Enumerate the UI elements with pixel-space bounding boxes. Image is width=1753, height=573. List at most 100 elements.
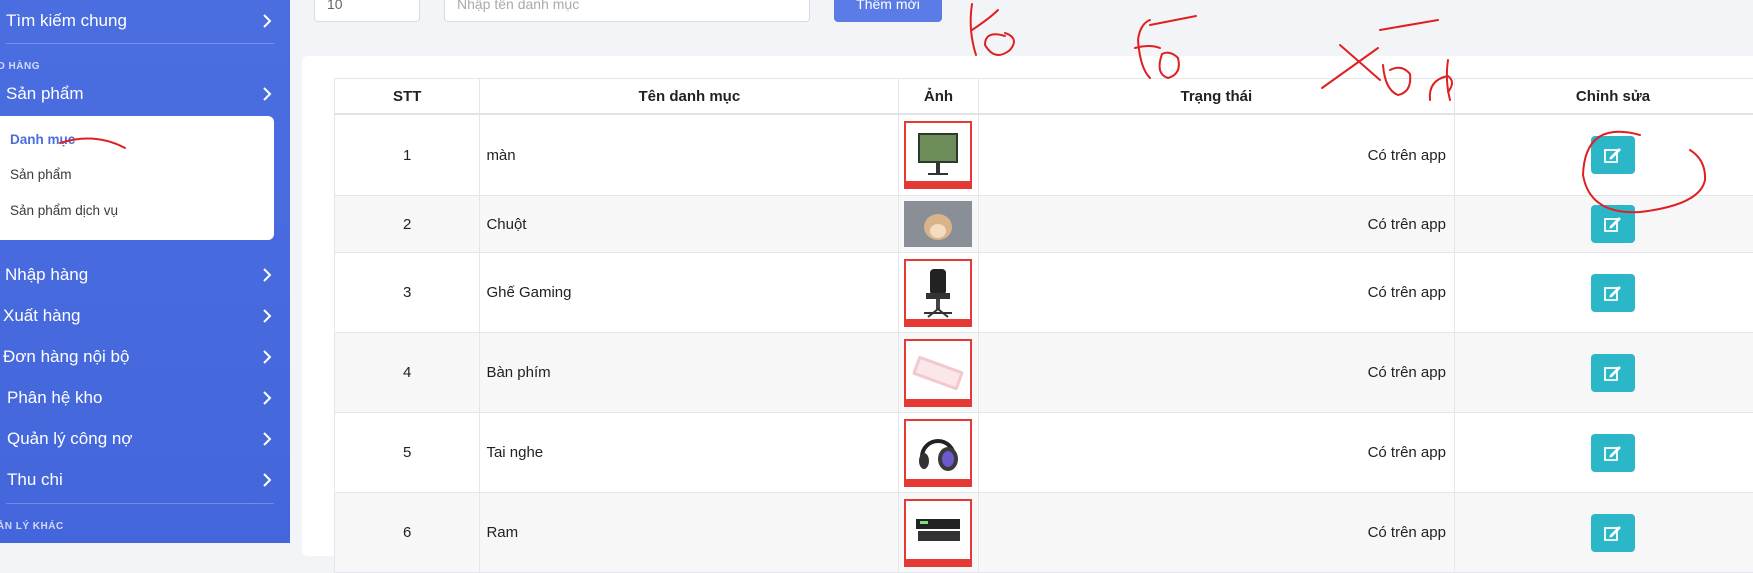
sidebar-item-don-hang-noi-bo[interactable]: Đơn hàng nội bộ: [0, 339, 290, 375]
cell-name: Chuột: [480, 196, 899, 253]
edit-icon: [1604, 525, 1622, 541]
section-label-quan-ly-khac: ẢN LÝ KHÁC: [0, 521, 64, 532]
cell-status: Có trên app: [978, 196, 1454, 253]
edit-icon: [1604, 365, 1622, 381]
cell-stt: 5: [335, 413, 480, 493]
cell-image: [899, 253, 978, 333]
sidebar-item-nhap-hang[interactable]: Nhập hàng: [0, 257, 290, 293]
sidebar-item-label: Phân hệ kho: [0, 388, 102, 408]
sidebar-item-label: Quản lý công nợ: [0, 429, 133, 449]
submenu-item-san-pham[interactable]: Sản phẩm: [10, 167, 72, 182]
thumb-tag: [906, 319, 970, 325]
keyboard-thumbnail: [904, 339, 972, 407]
cell-name: Ram: [480, 493, 899, 573]
submenu-san-pham: Danh mục Sản phẩm Sản phẩm dịch vụ: [0, 116, 274, 240]
submenu-item-danh-muc[interactable]: Danh mục: [10, 132, 75, 147]
edit-icon: [1604, 285, 1622, 301]
header-anh: Ảnh: [899, 79, 978, 115]
sidebar-item-xuat-hang[interactable]: Xuất hàng: [0, 298, 290, 334]
cell-image: [899, 333, 978, 413]
page-size-value: 10: [327, 0, 343, 12]
table-row: 4 Bàn phím Có trên app: [335, 333, 1753, 413]
toolbar: 10 Nhập tên danh mục Thêm mới: [290, 0, 1753, 30]
edit-button[interactable]: [1591, 274, 1635, 312]
headphones-thumbnail: [904, 419, 972, 487]
ram-thumbnail: [904, 499, 972, 567]
edit-button[interactable]: [1591, 136, 1635, 174]
submenu-item-san-pham-dich-vu[interactable]: Sản phẩm dịch vụ: [10, 203, 118, 218]
chevron-right-icon: [258, 389, 276, 407]
thumb-tag: [906, 559, 970, 565]
cell-status: Có trên app: [978, 333, 1454, 413]
edit-button[interactable]: [1591, 434, 1635, 472]
cell-image: [899, 493, 978, 573]
cell-stt: 4: [335, 333, 480, 413]
edit-icon: [1604, 216, 1622, 232]
chevron-right-icon: [258, 266, 276, 284]
sidebar-item-phan-he-kho[interactable]: Phân hệ kho: [0, 380, 290, 416]
edit-icon: [1604, 147, 1622, 163]
sidebar-item-tim-kiem-chung[interactable]: Tìm kiếm chung: [0, 3, 290, 39]
table-row: 5 Tai nghe Có trên app: [335, 413, 1753, 493]
chevron-right-icon: [258, 12, 276, 30]
cell-image: [899, 196, 978, 253]
cell-edit: [1454, 114, 1753, 196]
header-ten-danh-muc: Tên danh mục: [480, 79, 899, 115]
cell-status: Có trên app: [978, 253, 1454, 333]
edit-button[interactable]: [1591, 514, 1635, 552]
cell-stt: 6: [335, 493, 480, 573]
header-trang-thai: Trạng thái: [978, 79, 1454, 115]
add-button-label: Thêm mới: [856, 0, 920, 12]
thumb-tag: [906, 399, 970, 405]
table-row: 1 màn Có trên app: [335, 114, 1753, 196]
cell-stt: 3: [335, 253, 480, 333]
monitor-thumbnail: [904, 121, 972, 189]
hamster-thumbnail: [904, 201, 972, 247]
cell-edit: [1454, 493, 1753, 573]
thumb-tag: [906, 181, 970, 187]
cell-status: Có trên app: [978, 413, 1454, 493]
sidebar-item-thu-chi[interactable]: Thu chi: [0, 462, 290, 498]
table-row: 3 Ghế Gaming Có trên app: [335, 253, 1753, 333]
cell-edit: [1454, 253, 1753, 333]
edit-button[interactable]: [1591, 205, 1635, 243]
section-label-kho-hang: O HÀNG: [0, 61, 40, 72]
sidebar-item-label: Xuất hàng: [0, 306, 81, 326]
cell-edit: [1454, 413, 1753, 493]
sidebar-item-label: Nhập hàng: [0, 265, 88, 285]
gaming-chair-thumbnail: [904, 259, 972, 327]
cell-name: màn: [480, 114, 899, 196]
sidebar-item-label: Thu chi: [0, 470, 63, 490]
edit-button[interactable]: [1591, 354, 1635, 392]
category-card: STT Tên danh mục Ảnh Trạng thái Chỉnh sử…: [302, 56, 1753, 556]
table-header-row: STT Tên danh mục Ảnh Trạng thái Chỉnh sử…: [335, 79, 1753, 115]
cell-status: Có trên app: [978, 114, 1454, 196]
thumb-tag: [906, 479, 970, 485]
cell-image: [899, 413, 978, 493]
cell-edit: [1454, 333, 1753, 413]
search-placeholder: Nhập tên danh mục: [457, 0, 579, 12]
cell-image: [899, 114, 978, 196]
cell-name: Bàn phím: [480, 333, 899, 413]
add-button[interactable]: Thêm mới: [834, 0, 942, 22]
chevron-right-icon: [258, 348, 276, 366]
table-row: 6 Ram Có trên app: [335, 493, 1753, 573]
sidebar-item-quan-ly-cong-no[interactable]: Quản lý công nợ: [0, 421, 290, 457]
header-stt: STT: [335, 79, 480, 115]
chevron-right-icon: [258, 430, 276, 448]
chevron-right-icon: [258, 471, 276, 489]
edit-icon: [1604, 445, 1622, 461]
divider: [6, 43, 274, 44]
sidebar-item-san-pham[interactable]: Sản phẩm: [0, 76, 290, 112]
sidebar-item-label: Đơn hàng nội bộ: [0, 347, 129, 367]
sidebar-item-label: Tìm kiếm chung: [0, 11, 127, 31]
chevron-right-icon: [258, 307, 276, 325]
sidebar: Tìm kiếm chung O HÀNG Sản phẩm Danh mục …: [0, 0, 290, 543]
page-size-select[interactable]: 10: [314, 0, 420, 22]
category-table: STT Tên danh mục Ảnh Trạng thái Chỉnh sử…: [334, 78, 1753, 573]
cell-name: Ghế Gaming: [480, 253, 899, 333]
header-chinh-sua: Chỉnh sửa: [1454, 79, 1753, 115]
search-input[interactable]: Nhập tên danh mục: [444, 0, 810, 22]
sidebar-item-label: Sản phẩm: [0, 84, 84, 104]
divider: [6, 503, 274, 504]
